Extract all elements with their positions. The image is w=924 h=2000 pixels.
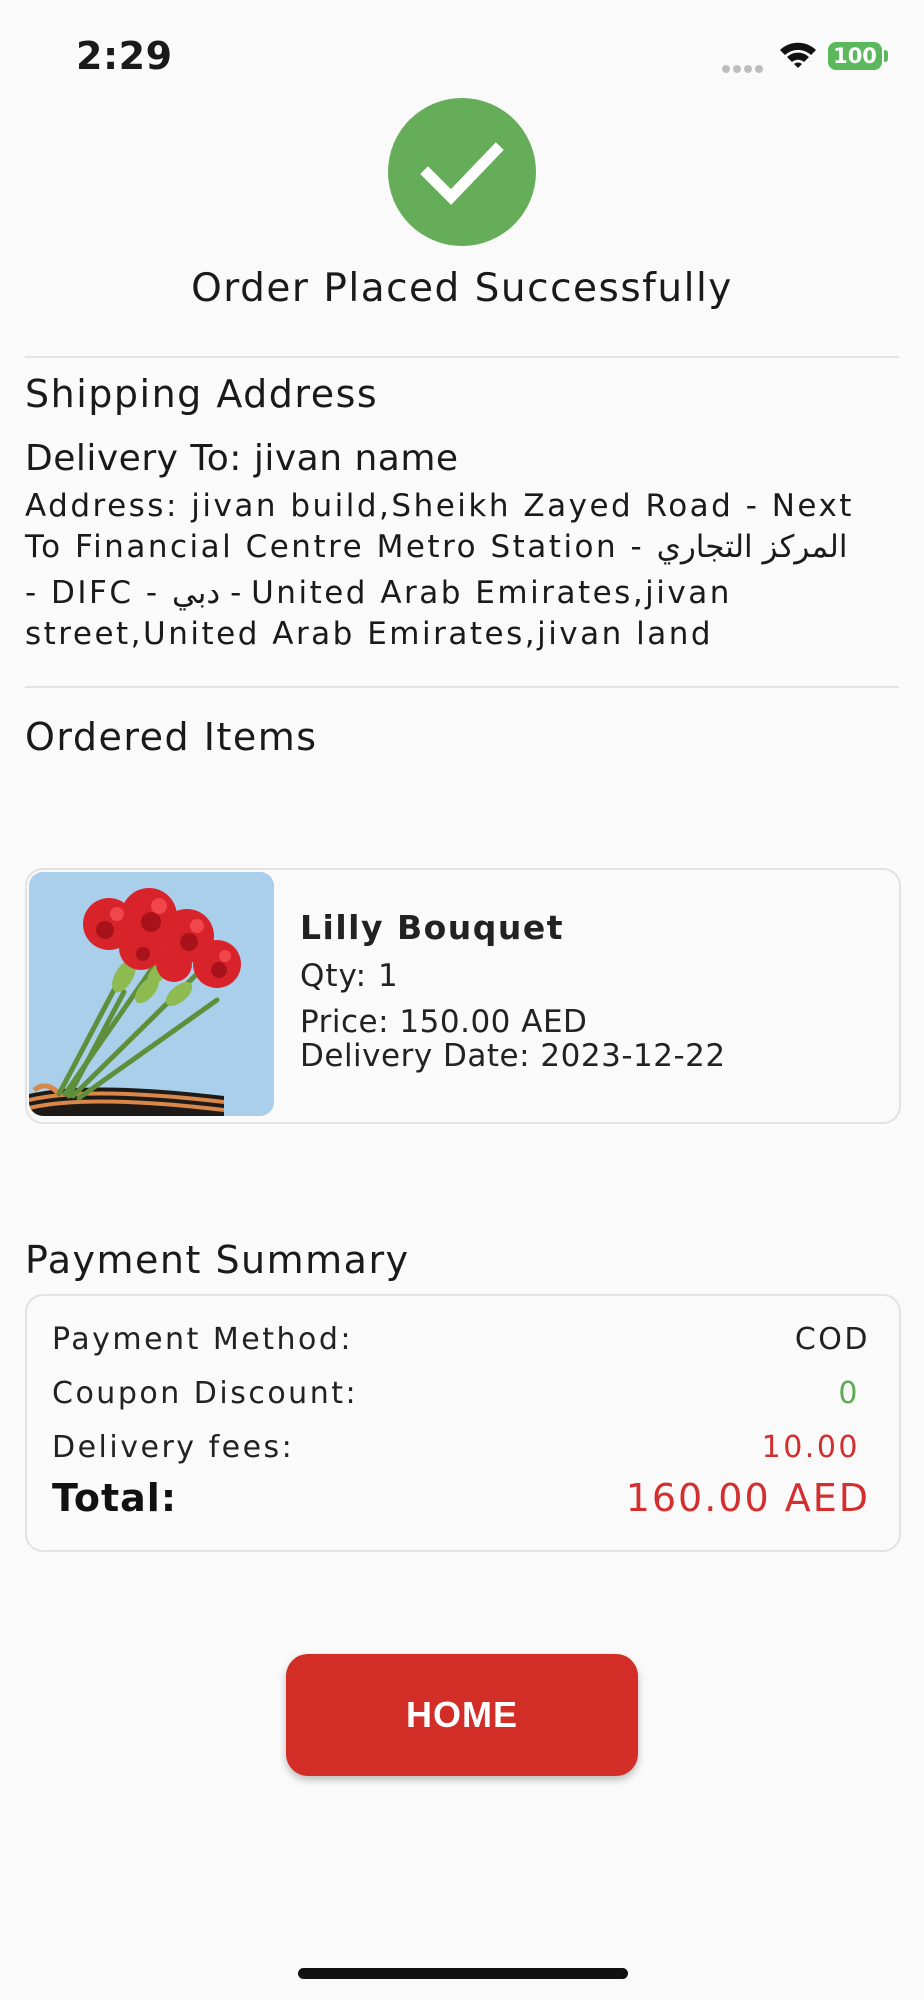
battery-icon: 100 xyxy=(828,42,882,70)
address-line: To Financial Centre Metro Station - المر… xyxy=(25,529,848,565)
delivery-fees-label: Delivery fees: xyxy=(52,1430,295,1465)
total-value: 160.00 AED xyxy=(625,1476,870,1520)
divider xyxy=(25,686,899,688)
address-line: Address: jivan build,Sheikh Zayed Road -… xyxy=(25,488,854,524)
address-line: - DIFC - دبي - United Arab Emirates,jiva… xyxy=(25,575,732,611)
checkmark-icon xyxy=(388,98,536,246)
battery-tip xyxy=(884,50,888,62)
item-image xyxy=(29,872,274,1116)
payment-method-label: Payment Method: xyxy=(52,1322,353,1357)
delivery-fees-value: 10.00 xyxy=(761,1430,860,1465)
signal-dots-icon xyxy=(722,58,766,73)
home-button[interactable]: HOME xyxy=(286,1654,638,1776)
coupon-discount-label: Coupon Discount: xyxy=(52,1376,359,1411)
coupon-discount-value: 0 xyxy=(838,1376,860,1411)
item-delivery-date: Delivery Date: 2023-12-22 xyxy=(300,1038,726,1074)
shipping-address: Address: jivan build,Sheikh Zayed Road -… xyxy=(25,486,905,655)
ordered-items-section-title: Ordered Items xyxy=(25,715,318,759)
item-name: Lilly Bouquet xyxy=(300,908,565,947)
item-qty: Qty: 1 xyxy=(300,958,399,994)
divider xyxy=(25,356,899,358)
item-price: Price: 150.00 AED xyxy=(300,1004,588,1040)
total-label: Total: xyxy=(52,1476,178,1520)
wifi-icon xyxy=(778,40,818,70)
address-line: street,United Arab Emirates,jivan land xyxy=(25,616,714,652)
shipping-section-title: Shipping Address xyxy=(25,372,379,416)
payment-section-title: Payment Summary xyxy=(25,1238,410,1282)
payment-method-value: COD xyxy=(794,1322,870,1357)
home-indicator[interactable] xyxy=(298,1968,628,1979)
status-time: 2:29 xyxy=(76,34,173,78)
delivery-to: Delivery To: jivan name xyxy=(25,438,459,479)
success-title: Order Placed Successfully xyxy=(191,266,733,311)
